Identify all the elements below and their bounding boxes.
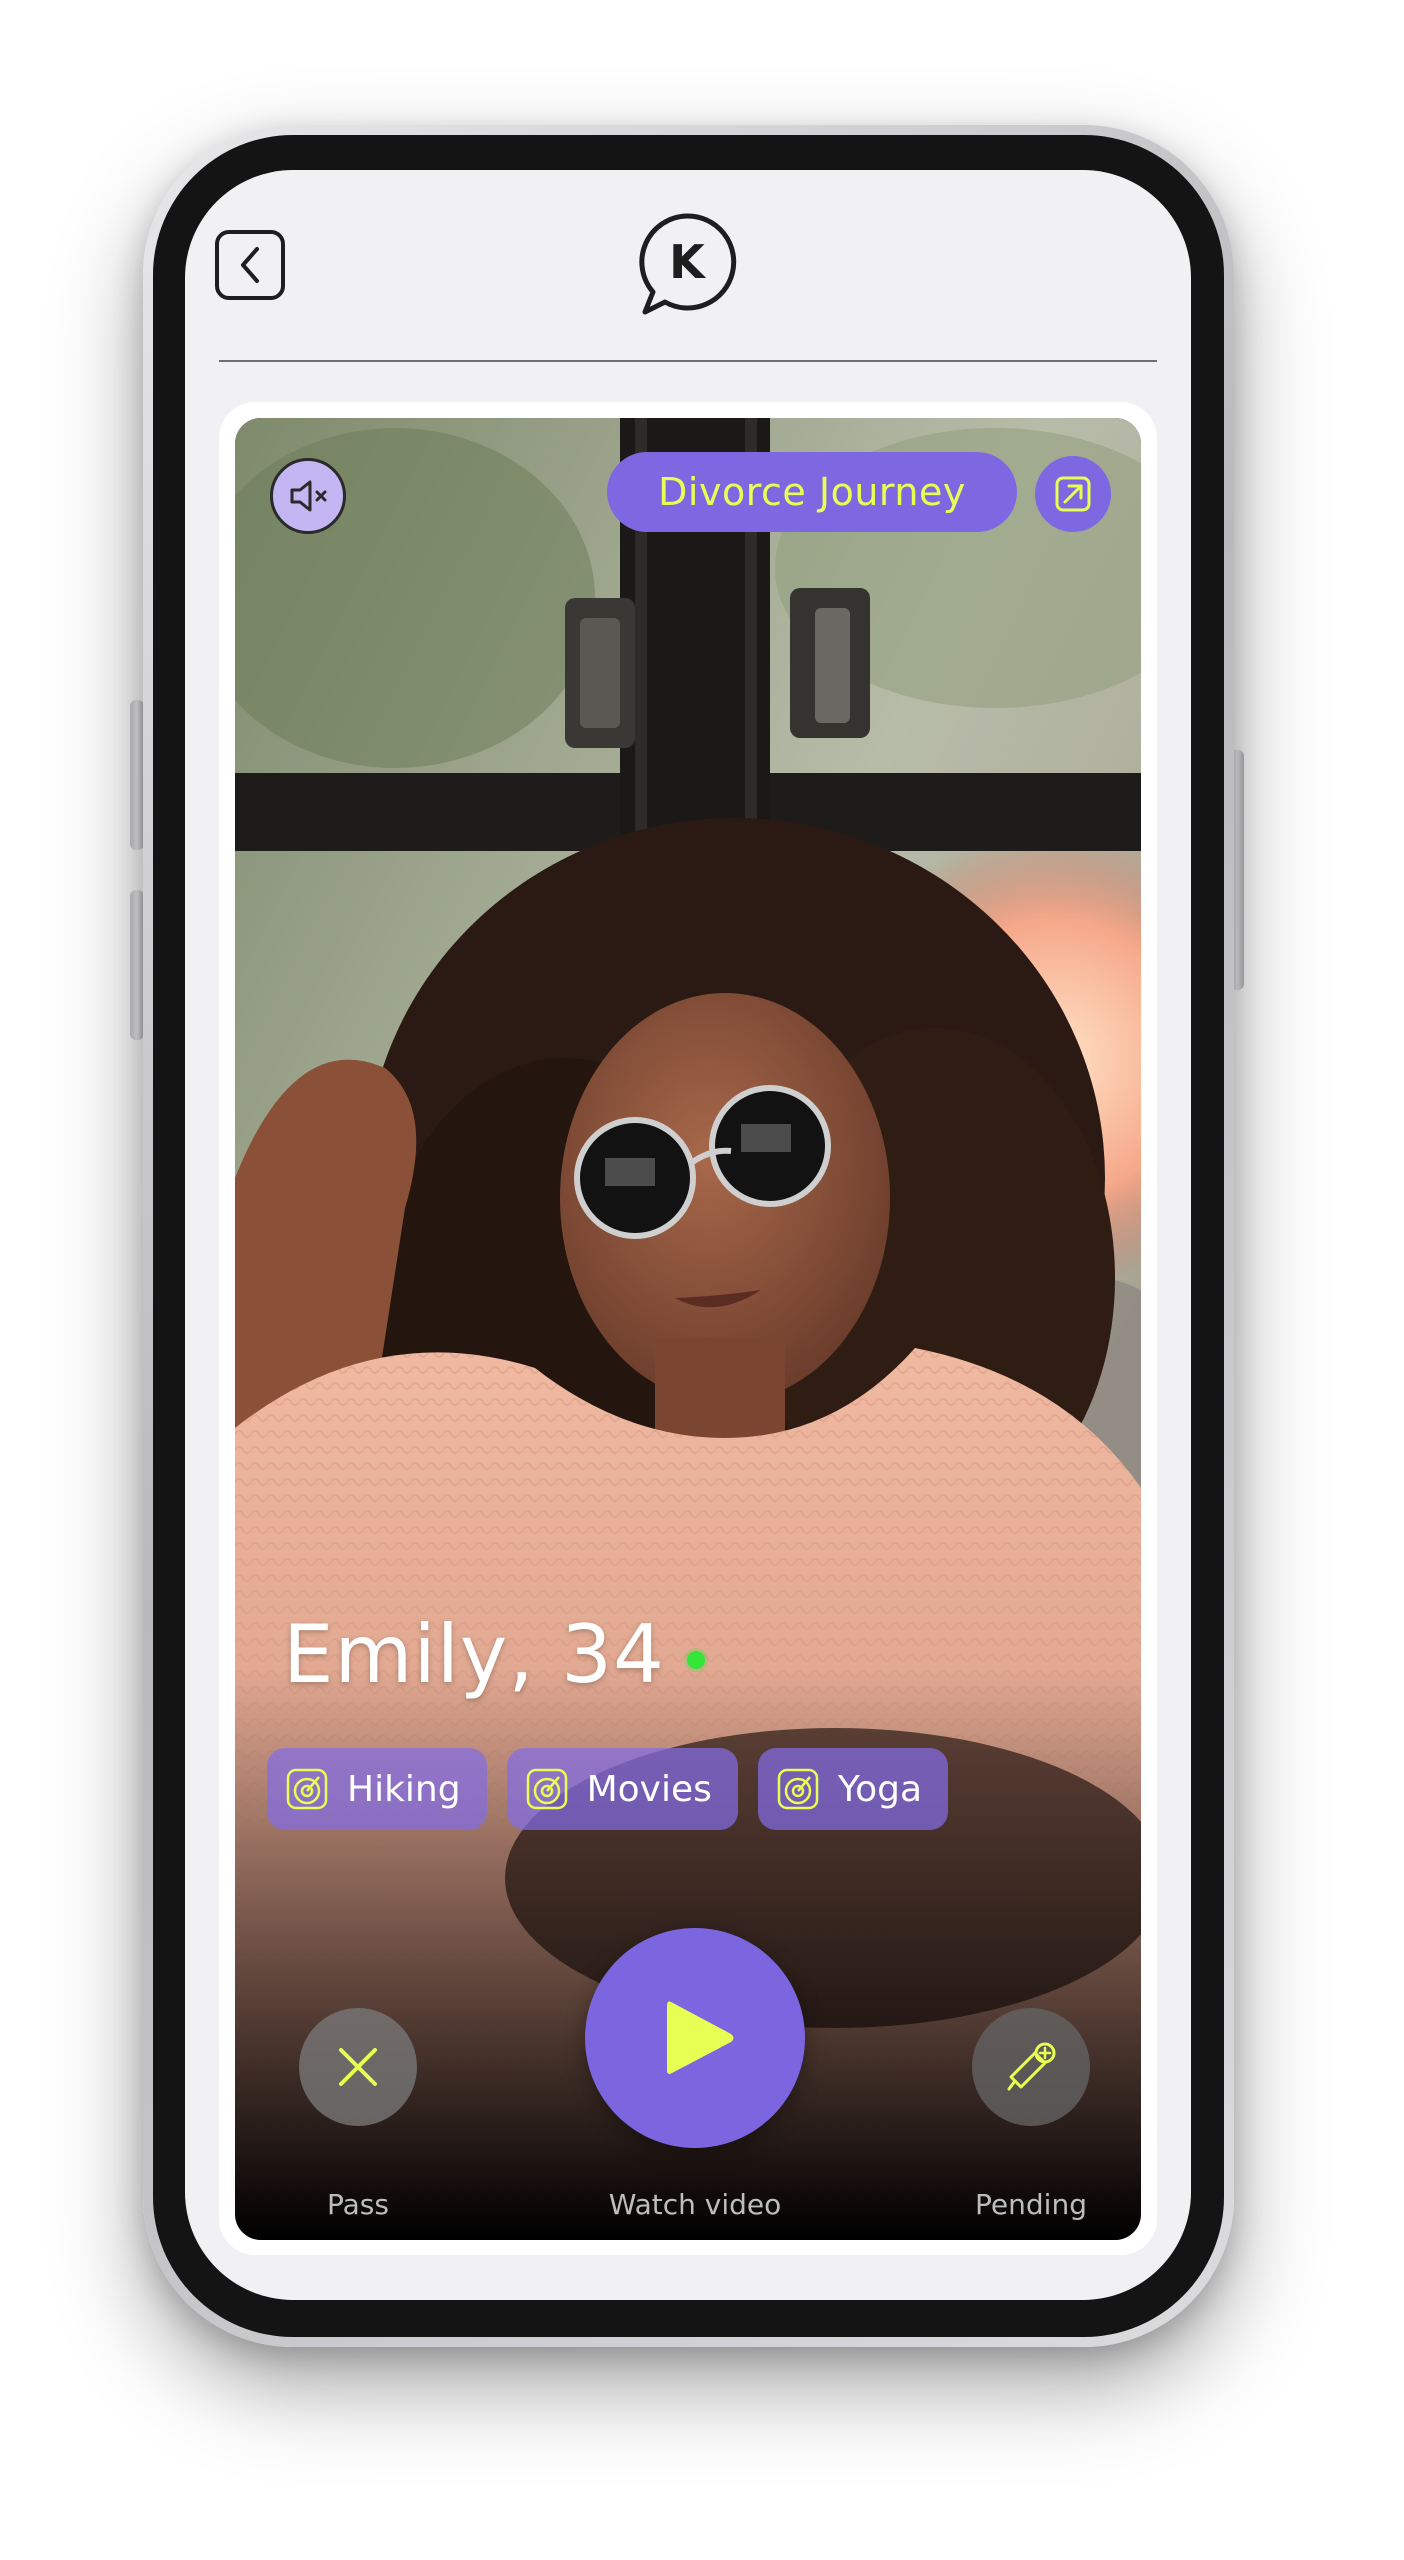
pass-button[interactable] bbox=[299, 2008, 417, 2126]
interest-tag[interactable]: Movies bbox=[506, 1748, 738, 1830]
interest-label: Hiking bbox=[347, 1768, 461, 1810]
interest-label: Yoga bbox=[837, 1768, 923, 1810]
online-status-dot bbox=[686, 1650, 705, 1669]
volume-up-button bbox=[130, 700, 144, 850]
share-button[interactable] bbox=[1035, 456, 1111, 532]
phone-screen: K Divorce Journey Emily, 34 Hiking Movie… bbox=[185, 170, 1191, 2300]
back-button[interactable] bbox=[215, 230, 285, 300]
volume-down-button bbox=[130, 890, 144, 1040]
interest-tags: Hiking Movies Yoga bbox=[267, 1748, 949, 1830]
close-icon bbox=[339, 2048, 377, 2086]
target-icon bbox=[285, 1767, 329, 1811]
interest-tag[interactable]: Hiking bbox=[267, 1748, 487, 1830]
app-logo: K bbox=[633, 210, 741, 318]
header-divider bbox=[219, 360, 1157, 362]
pending-button[interactable] bbox=[972, 2008, 1090, 2126]
journey-badge[interactable]: Divorce Journey bbox=[607, 452, 1017, 532]
profile-card[interactable]: Divorce Journey Emily, 34 Hiking Movies … bbox=[235, 418, 1141, 2240]
megaphone-plus-icon bbox=[1007, 2042, 1056, 2091]
arrow-up-right-icon bbox=[1055, 476, 1091, 512]
chevron-left-icon bbox=[241, 247, 259, 283]
watch-video-button[interactable] bbox=[585, 1928, 805, 2148]
interest-tag[interactable]: Yoga bbox=[757, 1748, 949, 1830]
speaker-muted-icon bbox=[290, 480, 327, 512]
mute-button[interactable] bbox=[270, 458, 346, 534]
watch-video-label: Watch video bbox=[608, 2188, 782, 2221]
target-icon bbox=[525, 1767, 569, 1811]
pending-label: Pending bbox=[975, 2188, 1087, 2221]
logo-letter: K bbox=[669, 235, 707, 289]
target-icon bbox=[776, 1767, 820, 1811]
app-mockup: K Divorce Journey Emily, 34 Hiking Movie… bbox=[0, 0, 1404, 2560]
play-icon bbox=[667, 2001, 734, 2074]
interest-label: Movies bbox=[586, 1768, 712, 1810]
profile-name-row: Emily, 34 bbox=[283, 1608, 705, 1701]
pass-label: Pass bbox=[327, 2188, 389, 2221]
profile-name-age: Emily, 34 bbox=[283, 1608, 665, 1701]
